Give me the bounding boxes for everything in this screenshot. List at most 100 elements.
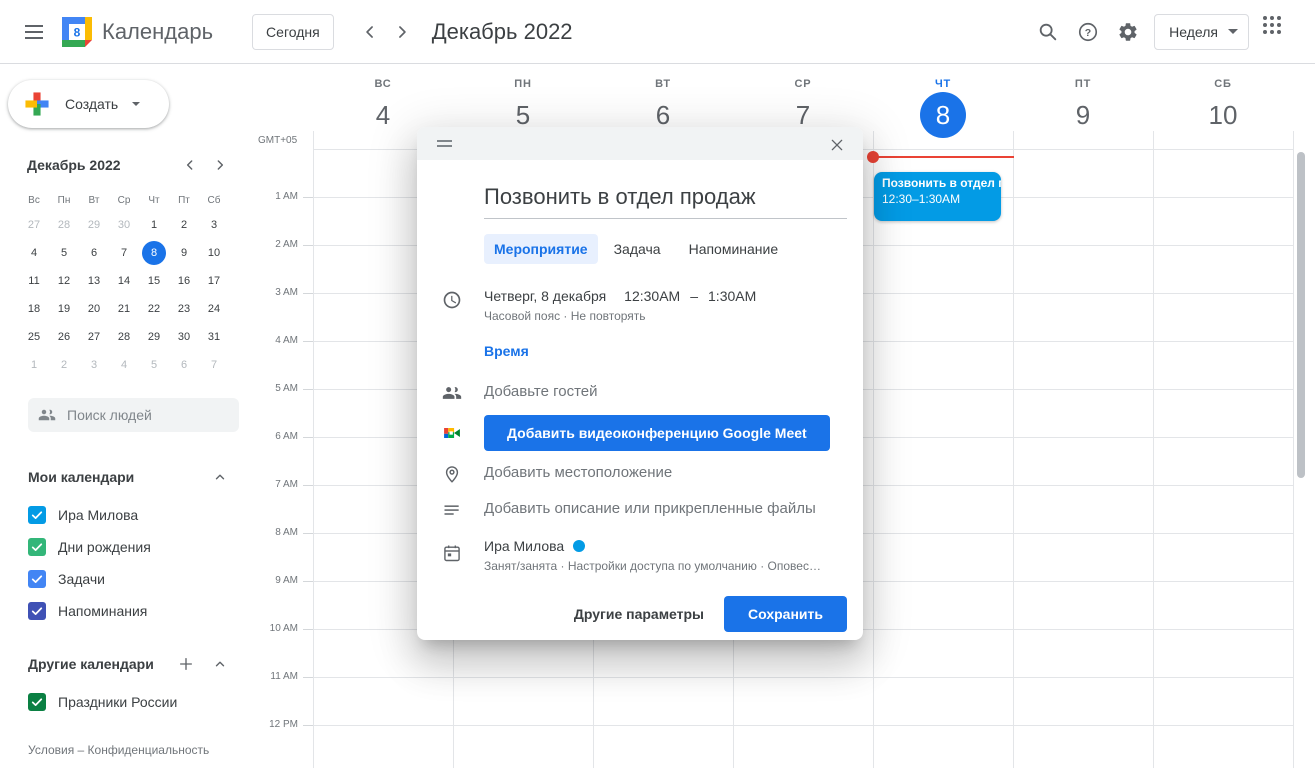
mini-cal-day[interactable]: 28 xyxy=(49,211,79,239)
mini-cal-day[interactable]: 5 xyxy=(139,351,169,379)
owner-calendar-row[interactable]: Ира Милова Занят/занята · Настройки дост… xyxy=(442,538,863,573)
dialog-tab[interactable]: Мероприятие xyxy=(484,234,598,264)
footer-links[interactable]: Условия – Конфиденциальность xyxy=(28,743,209,757)
mini-cal-prev-button[interactable] xyxy=(178,153,202,177)
people-search-placeholder: Поиск людей xyxy=(67,407,152,423)
calendar-list-item[interactable]: Ира Милова xyxy=(0,499,256,531)
mini-cal-day[interactable]: 14 xyxy=(109,267,139,295)
mini-cal-day[interactable]: 20 xyxy=(79,295,109,323)
mini-cal-day[interactable]: 1 xyxy=(19,351,49,379)
search-button[interactable] xyxy=(1028,12,1068,52)
dialog-tab[interactable]: Задача xyxy=(602,234,673,264)
mini-cal-day[interactable]: 1 xyxy=(139,211,169,239)
event-title-input[interactable]: Позвонить в отдел продаж xyxy=(484,184,847,219)
calendar-list-item[interactable]: Дни рождения xyxy=(0,531,256,563)
mini-cal-day[interactable]: 7 xyxy=(109,239,139,267)
calendar-checkbox[interactable] xyxy=(28,570,46,588)
mini-cal-day[interactable]: 11 xyxy=(19,267,49,295)
calendar-logo[interactable]: 8 Календарь xyxy=(62,17,213,47)
people-search-input[interactable]: Поиск людей xyxy=(28,398,239,432)
add-location-row[interactable]: Добавить местоположение xyxy=(442,464,863,484)
mini-cal-day[interactable]: 27 xyxy=(79,323,109,351)
mini-cal-day[interactable]: 3 xyxy=(199,211,229,239)
mini-cal-day[interactable]: 29 xyxy=(139,323,169,351)
dialog-tab[interactable]: Напоминание xyxy=(677,234,791,264)
add-description-row[interactable]: Добавить описание или прикрепленные файл… xyxy=(442,500,863,520)
day-column[interactable] xyxy=(873,131,1013,768)
add-guests-row[interactable]: Добавьте гостей xyxy=(442,383,863,403)
day-column[interactable] xyxy=(1013,131,1153,768)
mini-cal-dow-label: Ср xyxy=(109,189,139,211)
google-apps-button[interactable] xyxy=(1259,12,1299,52)
mini-cal-day[interactable]: 31 xyxy=(199,323,229,351)
mini-cal-day[interactable]: 4 xyxy=(109,351,139,379)
calendar-checkbox[interactable] xyxy=(28,602,46,620)
main-menu-button[interactable] xyxy=(14,12,54,52)
mini-cal-day[interactable]: 13 xyxy=(79,267,109,295)
mini-cal-day[interactable]: 6 xyxy=(169,351,199,379)
create-button[interactable]: Создать xyxy=(8,80,169,128)
people-icon xyxy=(38,406,56,424)
mini-cal-day[interactable]: 12 xyxy=(49,267,79,295)
mini-cal-day[interactable]: 2 xyxy=(49,351,79,379)
mini-cal-day[interactable]: 3 xyxy=(79,351,109,379)
mini-cal-day[interactable]: 5 xyxy=(49,239,79,267)
time-link[interactable]: Время xyxy=(484,343,529,359)
calendar-list-item[interactable]: Напоминания xyxy=(0,595,256,627)
calendar-checkbox[interactable] xyxy=(28,506,46,524)
mini-cal-day[interactable]: 24 xyxy=(199,295,229,323)
calendar-checkbox[interactable] xyxy=(28,693,46,711)
mini-cal-day[interactable]: 17 xyxy=(199,267,229,295)
view-selector[interactable]: Неделя xyxy=(1154,14,1249,50)
mini-cal-day[interactable]: 28 xyxy=(109,323,139,351)
my-calendars-title: Мои календари xyxy=(28,469,134,485)
mini-cal-day[interactable]: 16 xyxy=(169,267,199,295)
datetime-row[interactable]: Четверг, 8 декабря 12:30AM – 1:30AM Часо… xyxy=(442,288,863,323)
scrollbar-thumb[interactable] xyxy=(1297,152,1305,478)
settings-button[interactable] xyxy=(1108,12,1148,52)
close-button[interactable] xyxy=(823,131,851,159)
collapse-my-calendars-button[interactable] xyxy=(208,465,232,489)
mini-cal-day[interactable]: 18 xyxy=(19,295,49,323)
calendar-checkbox[interactable] xyxy=(28,538,46,556)
mini-cal-day[interactable]: 6 xyxy=(79,239,109,267)
mini-cal-day[interactable]: 8 xyxy=(139,239,169,267)
mini-cal-next-button[interactable] xyxy=(208,153,232,177)
location-pin-icon xyxy=(442,464,462,484)
mini-cal-day[interactable]: 23 xyxy=(169,295,199,323)
mini-cal-day[interactable]: 29 xyxy=(79,211,109,239)
mini-cal-day[interactable]: 26 xyxy=(49,323,79,351)
event-end-time[interactable]: 1:30AM xyxy=(708,288,756,304)
mini-cal-day[interactable]: 10 xyxy=(199,239,229,267)
next-period-button[interactable] xyxy=(386,16,418,48)
mini-cal-day[interactable]: 27 xyxy=(19,211,49,239)
calendar-list-item[interactable]: Праздники России xyxy=(0,686,256,718)
add-meet-button[interactable]: Добавить видеоконференцию Google Meet xyxy=(484,415,830,451)
mini-cal-day[interactable]: 25 xyxy=(19,323,49,351)
hour-tick xyxy=(303,341,313,342)
dialog-drag-bar[interactable] xyxy=(417,127,863,160)
mini-cal-day[interactable]: 9 xyxy=(169,239,199,267)
mini-cal-day[interactable]: 22 xyxy=(139,295,169,323)
mini-cal-day[interactable]: 4 xyxy=(19,239,49,267)
mini-cal-day[interactable]: 7 xyxy=(199,351,229,379)
mini-cal-day[interactable]: 15 xyxy=(139,267,169,295)
mini-cal-day[interactable]: 21 xyxy=(109,295,139,323)
mini-cal-day[interactable]: 19 xyxy=(49,295,79,323)
help-button[interactable]: ? xyxy=(1068,12,1108,52)
prev-period-button[interactable] xyxy=(354,16,386,48)
calendar-list-item[interactable]: Задачи xyxy=(0,563,256,595)
mini-cal-day[interactable]: 30 xyxy=(109,211,139,239)
mini-cal-day[interactable]: 2 xyxy=(169,211,199,239)
mini-cal-day[interactable]: 30 xyxy=(169,323,199,351)
event-date[interactable]: Четверг, 8 декабря xyxy=(484,288,606,304)
calendar-event[interactable]: Позвонить в отдел п 12:30–1:30AM xyxy=(874,172,1001,221)
day-column[interactable] xyxy=(1153,131,1293,768)
event-start-time[interactable]: 12:30AM xyxy=(624,288,680,304)
collapse-other-calendars-button[interactable] xyxy=(208,652,232,676)
more-options-button[interactable]: Другие параметры xyxy=(562,596,716,632)
day-abbr-label: ВС xyxy=(313,78,453,90)
save-button[interactable]: Сохранить xyxy=(724,596,847,632)
today-button[interactable]: Сегодня xyxy=(252,14,334,50)
add-calendar-button[interactable] xyxy=(174,652,198,676)
